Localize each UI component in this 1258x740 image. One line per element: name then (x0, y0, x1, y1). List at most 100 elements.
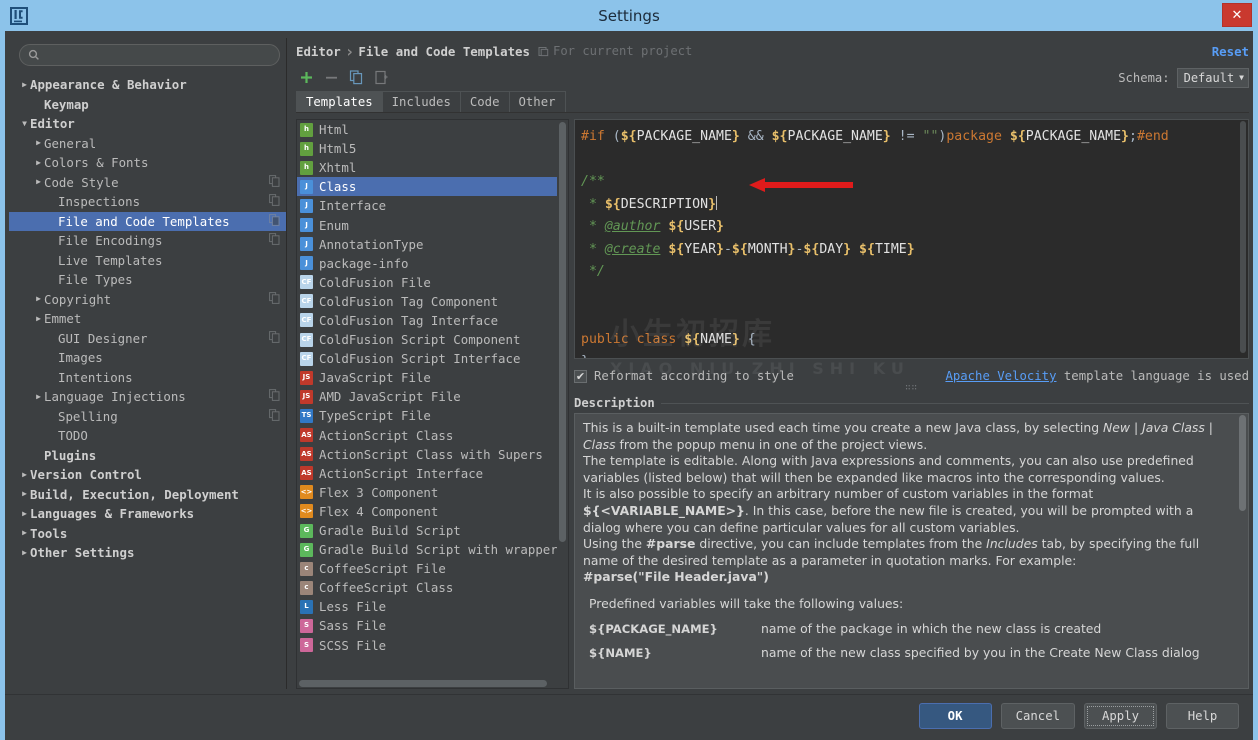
sidebar-item-code-style[interactable]: ▶ Code Style (9, 173, 286, 193)
sidebar-item-inspections[interactable]: Inspections (9, 192, 286, 212)
template-list[interactable]: h Html h Html5 h Xhtml J Class J Interface J Enum J A… (297, 120, 557, 688)
scrollbar-thumb[interactable] (1239, 415, 1246, 511)
chevron-down-icon[interactable]: ▼ (19, 119, 30, 128)
apply-button[interactable]: Apply (1084, 702, 1157, 729)
copy-settings-icon[interactable] (269, 330, 280, 346)
copy-settings-icon[interactable] (269, 213, 280, 229)
ok-button[interactable]: OK (918, 702, 992, 729)
chevron-right-icon[interactable]: ▶ (19, 470, 30, 479)
sidebar-item-version-control[interactable]: ▶ Version Control (9, 465, 286, 485)
list-item[interactable]: G Gradle Build Script (297, 521, 557, 540)
copy-template-button[interactable] (346, 67, 367, 88)
apache-velocity-link[interactable]: Apache Velocity (945, 369, 1056, 383)
list-item[interactable]: J Class (297, 177, 557, 197)
sidebar-item-images[interactable]: Images (9, 348, 286, 368)
sidebar-item-emmet[interactable]: ▶ Emmet (9, 309, 286, 329)
list-item[interactable]: <> Flex 3 Component (297, 483, 557, 502)
settings-tree[interactable]: ▶ Appearance & Behavior Keymap ▼ Editor ▶ Gene… (9, 70, 286, 689)
reset-link[interactable]: Reset (1212, 44, 1249, 59)
sidebar-item-live-templates[interactable]: Live Templates (9, 251, 286, 271)
list-item[interactable]: J AnnotationType (297, 235, 557, 254)
tab-code[interactable]: Code (459, 91, 510, 112)
scrollbar-thumb[interactable] (1240, 121, 1246, 353)
sidebar-item-intentions[interactable]: Intentions (9, 368, 286, 388)
list-item[interactable]: h Xhtml (297, 158, 557, 177)
copy-settings-icon[interactable] (269, 408, 280, 424)
template-tabs[interactable]: Templates Includes Code Other (296, 91, 1249, 113)
list-item[interactable]: AS ActionScript Interface (297, 464, 557, 483)
list-item[interactable]: h Html5 (297, 139, 557, 158)
breadcrumb-root[interactable]: Editor (296, 44, 341, 59)
list-item[interactable]: CF ColdFusion Script Interface (297, 349, 557, 368)
chevron-right-icon[interactable]: ▶ (19, 529, 30, 537)
list-item[interactable]: c CoffeeScript Class (297, 578, 557, 597)
chevron-right-icon[interactable]: ▶ (33, 139, 44, 147)
list-item[interactable]: <> Flex 4 Component (297, 502, 557, 521)
chevron-right-icon[interactable]: ▶ (33, 392, 44, 401)
sidebar-item-file-encodings[interactable]: File Encodings (9, 231, 286, 251)
sidebar-item-build-execution-deployment[interactable]: ▶ Build, Execution, Deployment (9, 485, 286, 505)
sidebar-item-gui-designer[interactable]: GUI Designer (9, 329, 286, 349)
template-list-hscrollbar[interactable] (297, 678, 557, 688)
list-item[interactable]: JS AMD JavaScript File (297, 387, 557, 406)
list-item[interactable]: c CoffeeScript File (297, 559, 557, 578)
chevron-right-icon[interactable]: ▶ (33, 158, 44, 167)
list-item[interactable]: AS ActionScript Class (297, 426, 557, 445)
list-item[interactable]: S SCSS File (297, 636, 557, 655)
copy-settings-icon[interactable] (269, 291, 280, 307)
chevron-right-icon[interactable]: ▶ (19, 548, 30, 557)
list-item[interactable]: TS TypeScript File (297, 406, 557, 425)
list-item[interactable]: AS ActionScript Class with Supers (297, 445, 557, 464)
checkbox-box[interactable]: ✔ (574, 369, 587, 383)
list-item[interactable]: CF ColdFusion Tag Interface (297, 311, 557, 330)
scrollbar-thumb[interactable] (559, 122, 566, 542)
scrollbar-thumb[interactable] (299, 680, 547, 687)
list-item[interactable]: J Interface (297, 196, 557, 215)
remove-template-button[interactable] (321, 67, 342, 88)
chevron-right-icon[interactable]: ▶ (19, 80, 30, 89)
tab-templates[interactable]: Templates (296, 91, 383, 112)
sidebar-item-colors-fonts[interactable]: ▶ Colors & Fonts (9, 153, 286, 173)
list-item[interactable]: CF ColdFusion Tag Component (297, 292, 557, 311)
list-item[interactable]: CF ColdFusion Script Component (297, 330, 557, 349)
chevron-right-icon[interactable]: ▶ (33, 178, 44, 186)
editor-vscrollbar[interactable] (1238, 120, 1248, 358)
sidebar-item-appearance-behavior[interactable]: ▶ Appearance & Behavior (9, 75, 286, 95)
tab-other[interactable]: Other (508, 91, 566, 112)
add-template-button[interactable] (296, 67, 317, 88)
sidebar-item-general[interactable]: ▶ General (9, 134, 286, 154)
sidebar-item-tools[interactable]: ▶ Tools (9, 524, 286, 544)
schema-select[interactable]: Default ▼ (1176, 67, 1249, 88)
list-item[interactable]: Jpackage-info (297, 254, 557, 273)
search-box[interactable] (19, 44, 280, 66)
sidebar-item-other-settings[interactable]: ▶ Other Settings (9, 543, 286, 563)
chevron-right-icon[interactable]: ▶ (33, 295, 44, 303)
template-code-editor[interactable]: #if (${PACKAGE_NAME} && ${PACKAGE_NAME} … (575, 120, 1238, 358)
list-item[interactable]: S Sass File (297, 616, 557, 635)
description-vscrollbar[interactable] (1237, 414, 1248, 688)
sidebar-item-todo[interactable]: TODO (9, 426, 286, 446)
sidebar-item-plugins[interactable]: Plugins (9, 446, 286, 466)
copy-settings-icon[interactable] (269, 233, 280, 248)
copy-settings-icon[interactable] (269, 194, 280, 209)
reset-to-default-button[interactable] (371, 67, 392, 88)
sidebar-item-spelling[interactable]: Spelling (9, 407, 286, 427)
sidebar-item-copyright[interactable]: ▶ Copyright (9, 290, 286, 310)
sidebar-item-language-injections[interactable]: ▶ Language Injections (9, 387, 286, 407)
list-item[interactable]: J Enum (297, 215, 557, 234)
sidebar-item-editor[interactable]: ▼ Editor (9, 114, 286, 134)
chevron-right-icon[interactable]: ▶ (19, 490, 30, 498)
list-item[interactable]: L Less File (297, 597, 557, 616)
sidebar-item-languages-frameworks[interactable]: ▶ Languages & Frameworks (9, 504, 286, 524)
help-button[interactable]: Help (1166, 702, 1239, 729)
close-icon[interactable]: ✕ (1222, 3, 1252, 27)
splitter-grip-icon[interactable]: ∷∷ (905, 383, 918, 393)
sidebar-item-file-types[interactable]: File Types (9, 270, 286, 290)
search-input[interactable] (45, 48, 271, 62)
list-item[interactable]: JS JavaScript File (297, 368, 557, 387)
tab-includes[interactable]: Includes (381, 91, 461, 112)
list-item[interactable]: h Html (297, 120, 557, 139)
list-item[interactable]: CF ColdFusion File (297, 273, 557, 292)
chevron-right-icon[interactable]: ▶ (33, 314, 44, 323)
sidebar-item-keymap[interactable]: Keymap (9, 95, 286, 115)
